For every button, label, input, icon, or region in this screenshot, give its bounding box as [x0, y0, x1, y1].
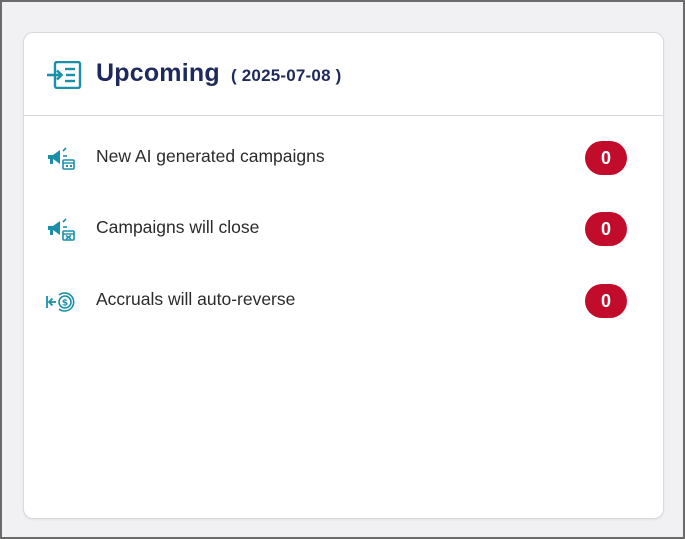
card-header: Upcoming ( 2025-07-08 ) — [24, 33, 663, 116]
list-item-label: Campaigns will close — [96, 217, 260, 237]
list-item-new-ai-campaigns[interactable]: New AI generated campaigns 0 — [24, 139, 663, 179]
card-title: Upcoming ( 2025-07-08 ) — [96, 59, 342, 88]
count-badge: 0 — [585, 212, 627, 246]
upcoming-card: Upcoming ( 2025-07-08 ) New AI generated… — [23, 32, 664, 519]
card-title-text: Upcoming — [96, 59, 220, 87]
campaign-megaphone-icon — [48, 147, 75, 170]
list-item-accruals-auto-reverse[interactable]: $ Accruals will auto-reverse 0 — [24, 282, 663, 322]
list-item-label: Accruals will auto-reverse — [96, 289, 296, 309]
list-item-campaigns-close[interactable]: Campaigns will close 0 — [24, 210, 663, 250]
count-badge: 0 — [585, 141, 627, 175]
card-date: ( 2025-07-08 ) — [230, 66, 342, 85]
campaign-close-icon — [48, 218, 75, 241]
upcoming-list-icon — [47, 61, 82, 89]
auto-reverse-icon: $ — [46, 292, 75, 312]
count-badge: 0 — [585, 284, 627, 318]
list-item-label: New AI generated campaigns — [96, 146, 325, 166]
svg-text:$: $ — [62, 299, 68, 309]
window-frame: Upcoming ( 2025-07-08 ) New AI generated… — [0, 0, 685, 539]
